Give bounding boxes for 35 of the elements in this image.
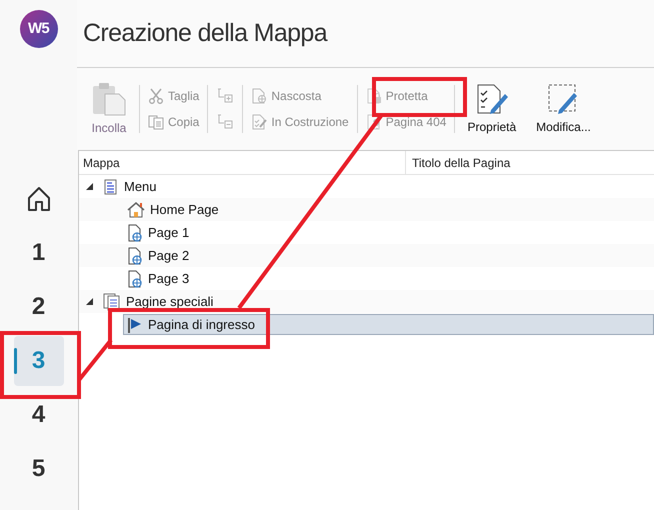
- house-icon: [127, 202, 145, 218]
- step-tab[interactable]: 5: [14, 444, 64, 494]
- page-title: Creazione della Mappa: [83, 18, 327, 49]
- column-header[interactable]: Mappa: [79, 151, 406, 174]
- page-plus-icon: [251, 88, 268, 104]
- pages-icon: [103, 292, 121, 310]
- tree-item[interactable]: Page 2: [123, 245, 194, 266]
- home-icon: [26, 186, 50, 212]
- toolbar-button[interactable]: Proprietà: [461, 82, 522, 136]
- tree-item[interactable]: Menu: [99, 176, 162, 197]
- page-lock-icon: [366, 88, 382, 104]
- checklist-pencil-icon: [474, 82, 509, 114]
- tree-item[interactable]: Home Page: [123, 199, 224, 220]
- step-tab[interactable]: 4: [14, 390, 64, 440]
- app-logo: W5: [20, 10, 58, 48]
- page-pencil-icon: [251, 114, 268, 130]
- column-header[interactable]: Titolo della Pagina: [406, 151, 510, 174]
- tree-item[interactable]: Pagina di ingresso: [123, 314, 654, 335]
- tree-item[interactable]: Pagine speciali: [99, 291, 218, 312]
- page-globe-icon: [127, 224, 143, 242]
- tree-item[interactable]: Page 1: [123, 222, 194, 243]
- clipboard-icon: [91, 82, 127, 116]
- page-question-icon: [366, 114, 382, 130]
- scissors-icon: [148, 88, 164, 104]
- list-icon: [103, 178, 119, 194]
- copy-icon: [148, 114, 164, 130]
- page-globe-icon: [127, 270, 143, 288]
- flag-icon: [127, 316, 143, 332]
- toolbar-button[interactable]: Modifica...: [530, 82, 597, 136]
- step-tab[interactable]: 2: [14, 282, 64, 332]
- tree-minus-icon: [216, 114, 234, 130]
- page-globe-icon: [127, 246, 143, 264]
- step-tab[interactable]: 1: [14, 228, 64, 278]
- tree-item[interactable]: Page 3: [123, 268, 194, 289]
- tree-plus-icon: [216, 88, 234, 104]
